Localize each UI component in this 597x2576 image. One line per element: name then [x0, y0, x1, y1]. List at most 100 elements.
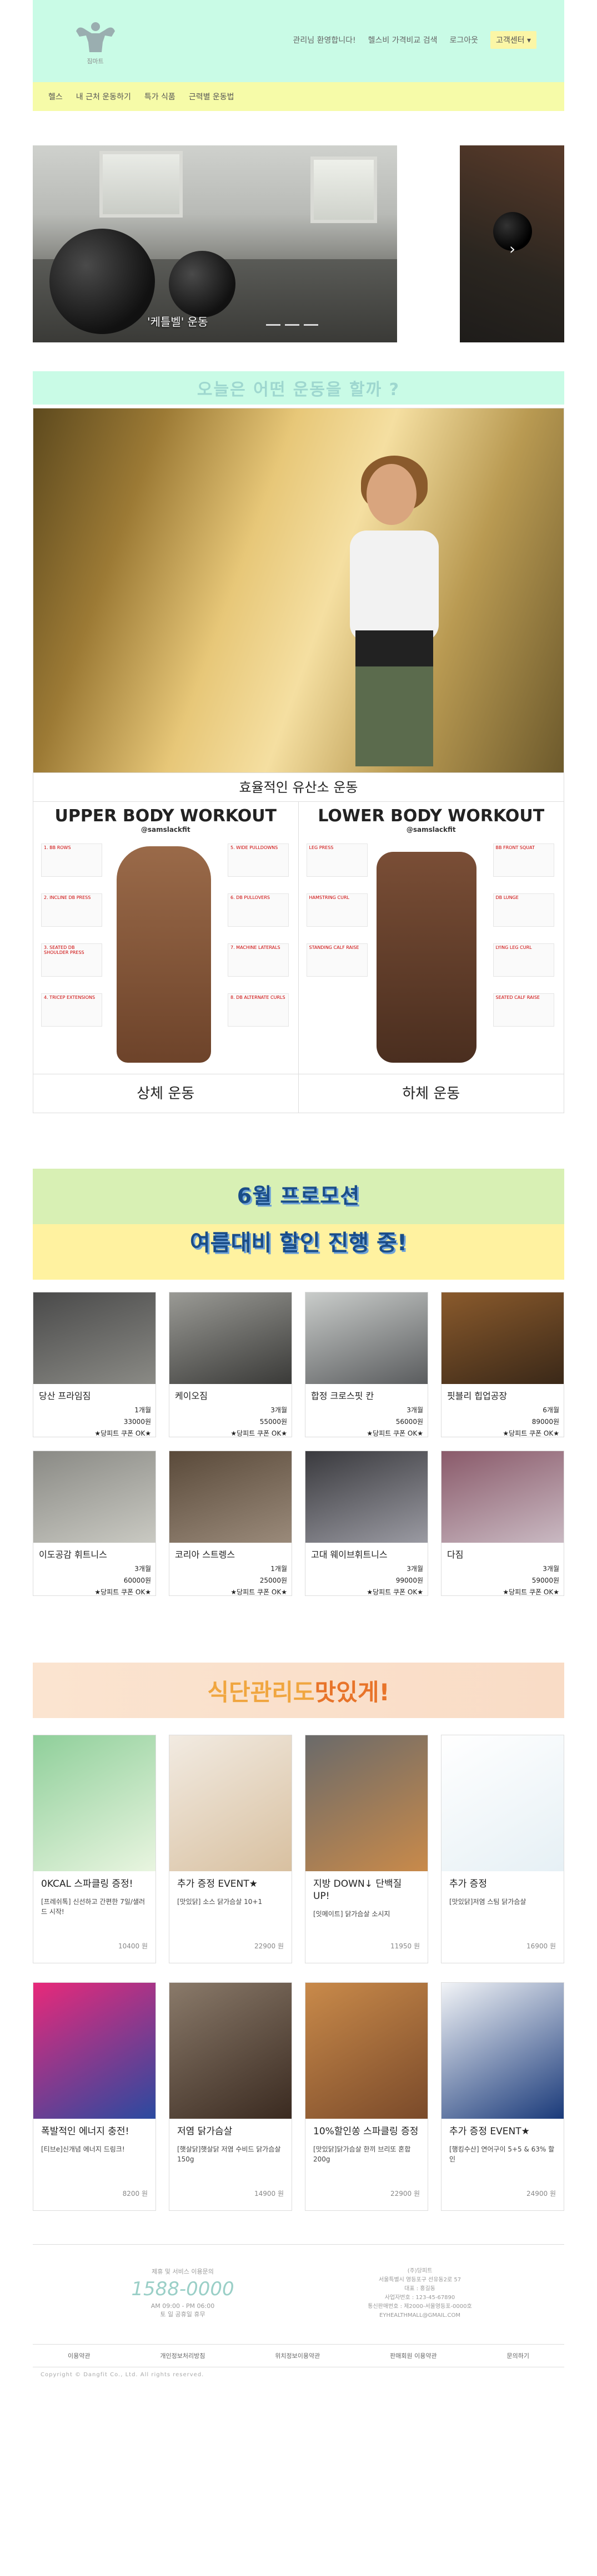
exercise-section-title: 오늘은 어떤 운동을 할까 ?	[33, 371, 564, 405]
exercise-item: SEATED CALF RAISE	[493, 993, 554, 1027]
footer-link-location-terms[interactable]: 위치정보이용약관	[275, 2351, 320, 2360]
gym-coupon-tag: ★당피트 쿠폰 OK★	[230, 1430, 287, 1437]
upper-body-poster: UPPER BODY WORKOUT @samslackfit 1. BB RO…	[33, 802, 298, 1074]
food-price: 22900 원	[254, 1942, 284, 1950]
food-price: 22900 원	[390, 2190, 420, 2198]
gym-image	[442, 1292, 564, 1384]
gym-coupon-tag: ★당피트 쿠폰 OK★	[94, 1588, 151, 1596]
footer-link-privacy[interactable]: 개인정보처리방침	[160, 2351, 205, 2360]
gym-image	[169, 1292, 292, 1384]
food-card[interactable]: 저염 닭가슴살 [햇살닭]햇살닭 저염 수비드 닭가슴살 150g 14900 원	[169, 1982, 292, 2211]
nav-item-special-food[interactable]: 특가 식품	[144, 91, 175, 102]
exercise-item: HAMSTRING CURL	[306, 893, 368, 927]
food-price: 24900 원	[526, 2190, 556, 2198]
lower-body-label: 하체 운동	[298, 1074, 564, 1113]
food-name: 추가 증정 EVENT★	[177, 1878, 258, 1890]
slider-dot[interactable]	[285, 324, 299, 326]
food-desc: [맛있닭]저염 스팀 닭가슴살	[449, 1898, 526, 1906]
gym-price: 60000원	[123, 1577, 151, 1584]
gym-period: 3개월	[407, 1406, 423, 1414]
logo[interactable]: 짐마트	[69, 20, 122, 65]
footer-link-seller-terms[interactable]: 판매회원 이용약관	[390, 2351, 437, 2360]
kettlebell-image	[49, 229, 155, 334]
nav-item-exercise-guide[interactable]: 근력별 운동법	[189, 91, 234, 102]
food-name: 추가 증정 EVENT★	[449, 2126, 530, 2137]
hero-caption: '케틀벨' 운동	[147, 315, 208, 329]
gym-coupon-tag: ★당피트 쿠폰 OK★	[367, 1588, 423, 1596]
gym-window-image	[99, 151, 183, 218]
cardio-card[interactable]: 효율적인 유산소 운동	[33, 408, 564, 802]
lower-body-card[interactable]: LOWER BODY WORKOUT @samslackfit LEG PRES…	[298, 802, 564, 1113]
gym-image	[305, 1292, 428, 1384]
food-card[interactable]: 0KCAL 스파클링 증정! [프레쉬톡] 신선하고 간편한 7일/샐러드 시작!…	[33, 1735, 156, 1963]
kettlebell-image	[169, 251, 235, 317]
food-card[interactable]: 지방 DOWN↓ 단백질 UP! [잇메이트] 닭가슴살 소시지 11950 원	[305, 1735, 428, 1963]
food-name: 추가 증정	[449, 1878, 487, 1890]
gym-card[interactable]: 다짐 3개월 59000원 ★당피트 쿠폰 OK★	[441, 1451, 564, 1596]
footer-link-terms[interactable]: 이용약관	[68, 2351, 90, 2360]
exercise-item: 8. DB ALTERNATE CURLS	[228, 993, 289, 1027]
gym-card[interactable]: 케이오짐 3개월 55000원 ★당피트 쿠폰 OK★	[169, 1292, 292, 1437]
hero-slider[interactable]: '케틀벨' 운동 ›	[33, 145, 564, 342]
customer-center-dropdown[interactable]: 고객센터 ▾	[490, 31, 536, 49]
exercise-item: 2. INCLINE DB PRESS	[41, 893, 102, 927]
food-card[interactable]: 추가 증정 [맛있닭]저염 스팀 닭가슴살 16900 원	[441, 1735, 564, 1963]
cardio-image	[33, 408, 564, 772]
food-grid: 0KCAL 스파클링 증정! [프레쉬톡] 신선하고 간편한 7일/샐러드 시작!…	[33, 1735, 564, 2211]
food-image	[442, 1735, 564, 1871]
food-card[interactable]: 폭발적인 에너지 충전! [티브e]신개념 에너지 드링크! 8200 원	[33, 1982, 156, 2211]
gym-coupon-tag: ★당피트 쿠폰 OK★	[367, 1430, 423, 1437]
slider-dot[interactable]	[304, 324, 318, 326]
gym-card[interactable]: 합정 크로스핏 칸 3개월 56000원 ★당피트 쿠폰 OK★	[305, 1292, 428, 1437]
food-image	[33, 1983, 155, 2119]
food-name: 0KCAL 스파클링 증정!	[41, 1878, 133, 1890]
upper-body-label: 상체 운동	[33, 1074, 298, 1113]
gym-card[interactable]: 코리아 스트렝스 1개월 25000원 ★당피트 쿠폰 OK★	[169, 1451, 292, 1596]
gym-name: 당산 프라임짐	[39, 1391, 91, 1401]
gym-card[interactable]: 이도공감 휘트니스 3개월 60000원 ★당피트 쿠폰 OK★	[33, 1451, 156, 1596]
gym-grid: 당산 프라임짐 1개월 33000원 ★당피트 쿠폰 OK★ 케이오짐 3개월 55000원…	[33, 1292, 564, 1596]
gym-name: 이도공감 휘트니스	[39, 1549, 107, 1560]
food-card[interactable]: 추가 증정 EVENT★ [맛있닭] 소스 닭가슴살 10+1 22900 원	[169, 1735, 292, 1963]
gym-image	[33, 1451, 155, 1543]
food-desc: [행킹수산] 연어구이 5+5 & 63% 할인	[449, 2145, 555, 2164]
footer-link-contact[interactable]: 문의하기	[507, 2351, 529, 2360]
cardio-label: 효율적인 유산소 운동	[33, 772, 564, 801]
food-price: 11950 원	[390, 1942, 420, 1950]
food-card[interactable]: 10%할인쏭 스파클링 증정 [맛있닭]닭가슴살 한끼 브리또 혼합 200g 22…	[305, 1982, 428, 2211]
poster-title: UPPER BODY WORKOUT	[54, 806, 277, 826]
slider-dot[interactable]	[266, 324, 280, 326]
food-card[interactable]: 추가 증정 EVENT★ [행킹수산] 연어구이 5+5 & 63% 할인 2490…	[441, 1982, 564, 2211]
gym-price: 99000원	[395, 1577, 423, 1584]
page: 짐마트 관리님 환영합니다! 헬스비 가격비교 검색 로그아웃 고객센터 ▾ 헬…	[33, 0, 564, 2400]
food-desc: [맛있닭]닭가슴살 한끼 브리또 혼합 200g	[313, 2145, 411, 2164]
gym-card[interactable]: 당산 프라임짐 1개월 33000원 ★당피트 쿠폰 OK★	[33, 1292, 156, 1437]
price-search-link[interactable]: 헬스비 가격비교 검색	[368, 34, 438, 46]
diet-title-highlight: 맛있게!	[314, 1678, 390, 1706]
diet-banner: 식단관리도 맛있게!	[33, 1663, 564, 1718]
nav-item-health[interactable]: 헬스	[48, 91, 63, 102]
gym-name: 다짐	[447, 1549, 464, 1560]
gym-card[interactable]: 핏블리 힙업공장 6개월 89000원 ★당피트 쿠폰 OK★	[441, 1292, 564, 1437]
gym-period: 3개월	[270, 1406, 287, 1414]
poster-handle: @samslackfit	[141, 826, 190, 834]
cs-phone[interactable]: 1588-0000	[111, 2278, 255, 2300]
gym-image	[169, 1451, 292, 1543]
gym-card[interactable]: 고대 웨이브휘트니스 3개월 99000원 ★당피트 쿠폰 OK★	[305, 1451, 428, 1596]
site-footer: 제휴 및 서비스 이용문의 1588-0000 AM 09:00 - PM 06…	[33, 2244, 564, 2344]
slider-indicators[interactable]	[266, 324, 318, 326]
runner-image	[322, 453, 466, 766]
copyright: Copyright © Dangfit Co., Ltd. All rights…	[41, 2372, 204, 2378]
workout-cards: UPPER BODY WORKOUT @samslackfit 1. BB RO…	[33, 802, 564, 1113]
exercise-item: LYING LEG CURL	[493, 943, 554, 977]
cs-title: 제휴 및 서비스 이용문의	[152, 2268, 214, 2275]
chevron-right-icon[interactable]: ›	[509, 240, 515, 258]
gym-image	[305, 1451, 428, 1543]
gym-price: 25000원	[259, 1577, 287, 1584]
logout-link[interactable]: 로그아웃	[449, 34, 478, 46]
nav-item-nearby[interactable]: 내 근처 운동하기	[76, 91, 131, 102]
upper-body-card[interactable]: UPPER BODY WORKOUT @samslackfit 1. BB RO…	[33, 802, 299, 1113]
lower-body-poster: LOWER BODY WORKOUT @samslackfit LEG PRES…	[298, 802, 564, 1074]
gym-price: 89000원	[531, 1418, 559, 1426]
exercise-item: 3. SEATED DB SHOULDER PRESS	[41, 943, 102, 977]
